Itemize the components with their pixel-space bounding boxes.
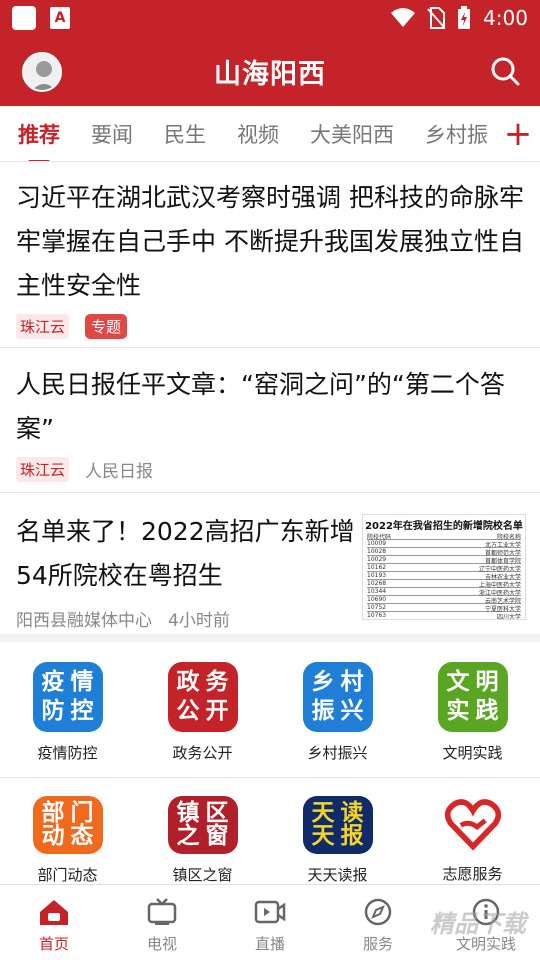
user-avatar-icon	[24, 54, 60, 90]
nav-live[interactable]: 直播	[216, 885, 324, 960]
volunteer-heart-icon	[444, 799, 501, 851]
service-label: 疫情防控	[37, 744, 98, 762]
thumbnail-table: 10009 北方工业大学 10028 首都师范大学 10029 首都体育学院 10162 辽宁…	[363, 540, 525, 620]
live-video-icon	[253, 897, 287, 927]
service-rural-revitalization[interactable]: 乡村 振兴 乡村振兴	[270, 650, 405, 777]
tab-beautiful-yangxi[interactable]: 大美阳西	[310, 119, 394, 149]
thumbnail-row: 10268 上海中医药大学	[367, 580, 521, 589]
battery-icon	[458, 6, 471, 29]
service-label: 文明实践	[442, 744, 503, 762]
app-square-icon	[12, 6, 36, 30]
thumbnail-row: 10763 四川大学	[367, 612, 521, 620]
nav-home[interactable]: 首页	[0, 885, 108, 960]
news-item[interactable]: 人民日报任平文章：“窑洞之问”的“第二个答案” 珠江云 人民日报	[0, 349, 540, 493]
wifi-icon	[391, 8, 416, 27]
news-title[interactable]: 习近平在湖北武汉考察时强调 把科技的命脉牢牢掌握在自己手中 不断提升我国发展独立…	[16, 176, 526, 308]
department-news-icon: 部门 动态	[32, 796, 103, 854]
nav-services[interactable]: 服务	[324, 885, 432, 960]
thumbnail-header-row: 院校代码 院校名称	[367, 534, 521, 541]
no-sim-icon	[427, 7, 446, 29]
clock: 4:00	[483, 6, 528, 30]
tab-recommend[interactable]: 推荐	[18, 119, 60, 161]
tab-livelihood[interactable]: 民生	[164, 119, 206, 149]
category-tabs: 推荐 要闻 民生 视频 大美阳西 乡村振 +	[0, 106, 540, 162]
service-daily-newspaper[interactable]: 天读 天报 天天读报	[270, 784, 405, 884]
source-tag: 珠江云	[16, 457, 70, 482]
news-title[interactable]: 名单来了！2022高招广东新增54所院校在粤招生	[16, 510, 356, 598]
news-item[interactable]: 习近平在湖北武汉考察时强调 把科技的命脉牢牢掌握在自己手中 不断提升我国发展独立…	[0, 162, 540, 348]
service-grid-row-2: 部门 动态 部门动态 镇区 之窗 镇区之窗 天读 天报 天天读报 志愿服务	[0, 784, 540, 884]
service-label: 天天读报	[307, 866, 368, 884]
avatar[interactable]	[22, 52, 62, 92]
service-government-affairs[interactable]: 政务 公开 政务公开	[135, 650, 270, 777]
tab-rural-revitalization[interactable]: 乡村振	[425, 119, 488, 149]
news-meta: 珠江云 专题	[16, 314, 526, 339]
service-label: 部门动态	[37, 866, 98, 884]
source-tag: 珠江云	[16, 314, 70, 339]
news-publisher: 阳西县融媒体中心	[16, 611, 152, 631]
news-item[interactable]: 名单来了！2022高招广东新增54所院校在粤招生 阳西县融媒体中心 4小时前 2…	[0, 494, 540, 642]
thumbnail-row: 10029 首都体育学院	[367, 556, 521, 565]
thumbnail-row: 10344 浙江中医药大学	[367, 588, 521, 597]
news-time: 4小时前	[168, 611, 230, 631]
service-epidemic-control[interactable]: 疫情 防控 疫情防控	[0, 650, 135, 777]
news-title[interactable]: 人民日报任平文章：“窑洞之问”的“第二个答案”	[16, 363, 526, 451]
tab-headlines[interactable]: 要闻	[91, 119, 133, 149]
app-header: 山海阳西	[0, 36, 540, 106]
town-window-icon: 镇区 之窗	[167, 796, 238, 854]
thumbnail-row: 10009 北方工业大学	[367, 540, 521, 549]
service-label: 志愿服务	[442, 865, 503, 883]
nav-label: 首页	[38, 935, 69, 953]
news-meta: 珠江云 人民日报	[16, 457, 526, 482]
nav-label: 直播	[254, 935, 285, 953]
tab-video[interactable]: 视频	[237, 119, 279, 149]
thumbnail-row: 10028 首都师范大学	[367, 548, 521, 557]
service-label: 乡村振兴	[307, 744, 368, 762]
service-volunteer[interactable]: 志愿服务	[405, 784, 540, 884]
service-town-window[interactable]: 镇区 之窗 镇区之窗	[135, 784, 270, 884]
search-icon[interactable]	[490, 56, 520, 86]
add-tab-button[interactable]: +	[496, 106, 540, 161]
page-title: 山海阳西	[214, 58, 326, 90]
service-civilization-practice[interactable]: 文明 实践 文明实践	[405, 650, 540, 777]
thumbnail-title: 2022年在我省招生的新增院校名单	[365, 521, 523, 532]
service-label: 镇区之窗	[172, 866, 233, 884]
service-grid-row-1: 疫情 防控 疫情防控 政务 公开 政务公开 乡村 振兴 乡村振兴 文明 实践 文…	[0, 650, 540, 778]
thumbnail-row: 10193 吉林农业大学	[367, 572, 521, 581]
epidemic-control-icon: 疫情 防控	[32, 662, 103, 732]
nav-label: 电视	[146, 935, 177, 953]
compass-icon	[361, 897, 395, 927]
tv-icon	[145, 897, 179, 927]
daily-newspaper-icon: 天读 天报	[302, 796, 373, 854]
civilization-practice-icon: 文明 实践	[437, 662, 508, 732]
app-a-icon: A	[50, 7, 70, 29]
thumbnail-row: 10752 宁夏医科大学	[367, 604, 521, 613]
watermark: 精品下载	[430, 910, 526, 938]
status-bar: A 4:00	[0, 0, 540, 36]
service-label: 政务公开	[172, 744, 233, 762]
rural-revitalization-icon: 乡村 振兴	[302, 662, 373, 732]
nav-tv[interactable]: 电视	[108, 885, 216, 960]
thumbnail-row: 10690 云南艺术学院	[367, 596, 521, 605]
topic-badge: 专题	[85, 314, 128, 339]
thumbnail-row: 10162 辽宁中医药大学	[367, 564, 521, 573]
service-department-news[interactable]: 部门 动态 部门动态	[0, 784, 135, 884]
news-author: 人民日报	[85, 462, 154, 482]
home-icon	[37, 897, 71, 927]
nav-label: 服务	[362, 935, 393, 953]
government-affairs-icon: 政务 公开	[167, 662, 238, 732]
news-thumbnail[interactable]: 2022年在我省招生的新增院校名单 院校代码 院校名称 10009 北方工业大学 1…	[362, 514, 526, 620]
